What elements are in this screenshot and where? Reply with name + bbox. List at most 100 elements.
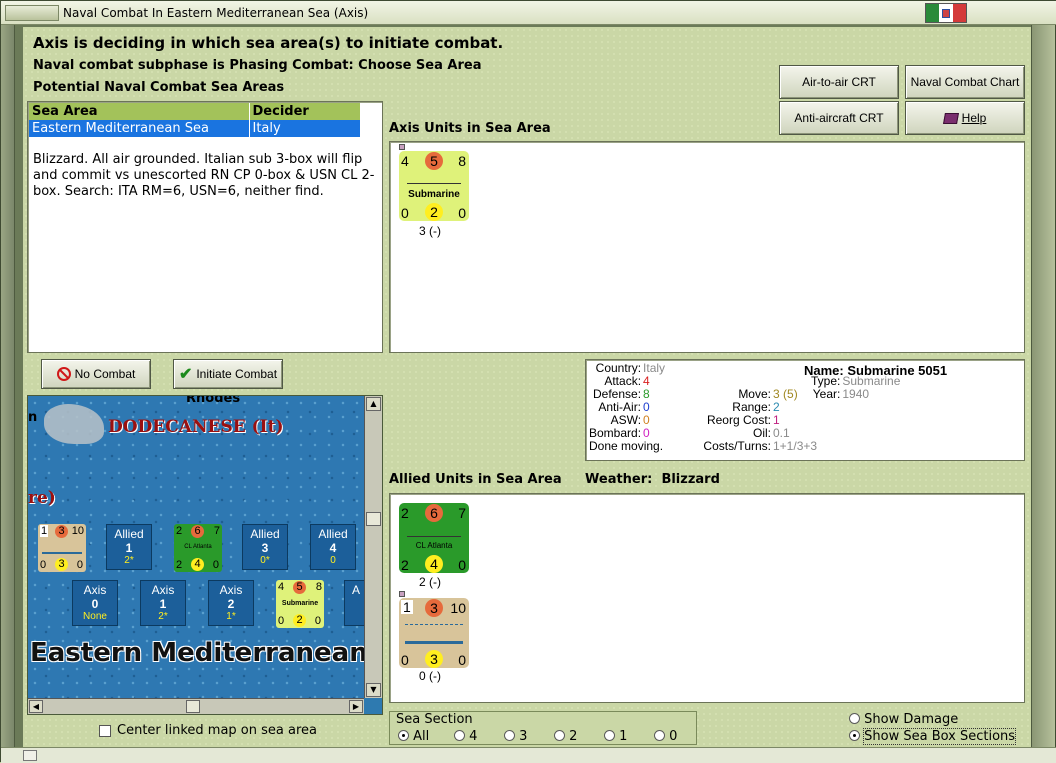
allied-cl-atlanta-counter[interactable]: 2 6 7 CL Atlanta 2 4 0 — [399, 503, 469, 573]
map-cl-atlanta-counter[interactable]: 2 6 7 CL Atlanta 2 4 0 — [174, 524, 222, 572]
counter-attack: 1 — [401, 599, 413, 615]
col-header-decider[interactable]: Decider — [249, 103, 361, 120]
linked-map[interactable]: n Rhodes DODECANESE (It) re) 1 3 10 0 3 … — [27, 395, 383, 715]
scroll-up-icon[interactable]: ▲ — [366, 397, 381, 411]
decider-cell[interactable]: Italy — [249, 120, 361, 137]
center-map-checkbox[interactable]: Center linked map on sea area — [99, 723, 317, 738]
radio-icon[interactable] — [654, 730, 665, 741]
vertical-scroll-thumb[interactable] — [366, 512, 381, 526]
help-button[interactable]: Help — [905, 101, 1025, 135]
box-side: Axis — [83, 583, 107, 597]
unit-stats-right: Type: Submarine Year: 1940 — [810, 375, 901, 401]
scroll-right-icon[interactable]: ▶ — [349, 700, 363, 713]
initiate-combat-label: Initiate Combat — [196, 367, 278, 381]
axis-units-panel: 4 5 8 Submarine 0 2 0 3 (-) — [389, 141, 1025, 353]
horizontal-scroll-thumb[interactable] — [186, 700, 200, 713]
scroll-down-icon[interactable]: ▼ — [366, 683, 381, 697]
initiate-combat-button[interactable]: ✔ Initiate Combat — [173, 359, 283, 389]
box-search: 0* — [260, 555, 270, 566]
show-sea-box-label: Show Sea Box Sections — [863, 728, 1017, 745]
radio-icon[interactable] — [398, 730, 409, 741]
mini-name: Submarine — [281, 600, 319, 607]
system-menu-button[interactable] — [5, 5, 59, 21]
map-label-re: re) — [28, 488, 56, 508]
mini-asw: 0 — [76, 559, 83, 571]
map-vertical-scrollbar[interactable]: ▲ ▼ — [364, 396, 382, 698]
scroll-left-icon[interactable]: ◀ — [29, 700, 43, 713]
sea-area-table: Sea Area Decider Eastern Mediterranean S… — [29, 103, 361, 137]
anti-aircraft-crt-button[interactable]: Anti-aircraft CRT — [779, 101, 899, 135]
unit-info-panel: Country: Italy Attack: 4 Defense: 8 Anti-Ai… — [585, 359, 1025, 461]
sea-section-label: Sea Section — [396, 712, 473, 727]
sea-section-option-0[interactable]: 0 — [654, 729, 694, 744]
radio-icon[interactable] — [849, 730, 860, 741]
naval-combat-chart-button[interactable]: Naval Combat Chart — [905, 65, 1025, 99]
resize-grip-icon[interactable] — [23, 750, 37, 761]
map-axis-box-2[interactable]: Axis 2 1* — [208, 580, 254, 626]
map-submarine-counter[interactable]: 4 5 8 Submarine 0 2 0 — [276, 580, 324, 628]
radio-icon[interactable] — [554, 730, 565, 741]
mini-ship-icon — [42, 546, 82, 554]
map-axis-box-1[interactable]: Axis 1 2* — [140, 580, 186, 626]
counter-move: 3 — [425, 650, 443, 668]
mini-defense: 7 — [213, 525, 220, 537]
box-side: Allied — [250, 527, 280, 541]
box-number: 3 — [261, 541, 269, 555]
map-sea-name: Eastern Mediterranean — [30, 638, 368, 668]
sea-section-option-2[interactable]: 2 — [554, 729, 604, 744]
map-horizontal-scrollbar[interactable]: ◀ ▶ — [28, 698, 364, 714]
title-bar: Naval Combat In Eastern Mediterranean Se… — [1, 1, 1056, 25]
map-allied-box-1[interactable]: Allied 1 2* — [106, 524, 152, 570]
show-damage-option[interactable]: Show Damage — [849, 712, 958, 727]
sea-section-option-1[interactable]: 1 — [604, 729, 654, 744]
map-allied-box-3[interactable]: Allied 3 0* — [242, 524, 288, 570]
counter-aa: 0 — [401, 652, 409, 668]
radio-icon[interactable] — [504, 730, 515, 741]
col-header-sea-area[interactable]: Sea Area — [29, 103, 250, 120]
box-side: Axis — [151, 583, 175, 597]
axis-submarine-counter[interactable]: 4 5 8 Submarine 0 2 0 — [399, 151, 469, 221]
book-icon — [942, 112, 959, 124]
no-combat-button[interactable]: No Combat — [41, 359, 151, 389]
subphase-text: Naval combat subphase is Phasing Combat:… — [33, 58, 482, 73]
unit-marker-icon — [399, 591, 405, 597]
mini-asw: 0 — [314, 615, 321, 627]
box-search: 2* — [158, 611, 168, 622]
counter-attack: 2 — [401, 505, 409, 521]
radio-icon[interactable] — [604, 730, 615, 741]
unit-marker-icon — [399, 144, 405, 150]
counter-move: 2 — [425, 203, 443, 221]
radio-icon[interactable] — [454, 730, 465, 741]
unit-status: Done moving. — [589, 439, 664, 453]
sea-section-option-3[interactable]: 3 — [504, 729, 554, 744]
map-axis-box-0[interactable]: Axis 0 None — [72, 580, 118, 626]
map-rn-counter[interactable]: 1 3 10 0 3 0 — [38, 524, 86, 572]
center-map-label: Center linked map on sea area — [117, 723, 317, 738]
mini-name: CL Atlanta — [184, 544, 212, 550]
counter-defense: 7 — [458, 505, 466, 521]
sea-section-option-all[interactable]: All — [398, 729, 454, 744]
checkmark-icon: ✔ — [178, 366, 193, 383]
allied-rn-counter[interactable]: 1 3 10 0 3 0 — [399, 598, 469, 668]
costs-value: 1+1/3+3 — [773, 439, 818, 453]
map-allied-box-4[interactable]: Allied 4 0 — [310, 524, 356, 570]
air-to-air-crt-button[interactable]: Air-to-air CRT — [779, 65, 899, 99]
counter-name: Submarine — [408, 189, 460, 200]
box-search: 1* — [226, 611, 236, 622]
option-label: 3 — [519, 729, 528, 744]
sea-area-cell[interactable]: Eastern Mediterranean Sea — [29, 120, 250, 137]
move-extra: (5) — [783, 387, 798, 401]
radio-icon[interactable] — [849, 713, 860, 724]
weather-label: Weather: — [585, 472, 653, 487]
left-frame — [1, 25, 15, 747]
option-label: 1 — [619, 729, 628, 744]
show-sea-box-option[interactable]: Show Sea Box Sections — [849, 728, 1017, 745]
box-number: 4 — [329, 541, 337, 555]
sea-section-option-4[interactable]: 4 — [454, 729, 504, 744]
help-label: Help — [961, 111, 987, 125]
table-row[interactable]: Eastern Mediterranean Sea Italy — [29, 120, 361, 137]
checkbox-box[interactable] — [99, 724, 111, 737]
option-label: All — [413, 729, 430, 744]
map-label-dodecanese: DODECANESE (It) — [108, 417, 284, 437]
unit-stats-mid: Move: 3 (5) Range: 2 Reorg Cost: 1 Oil: 0.1 … — [692, 388, 818, 453]
